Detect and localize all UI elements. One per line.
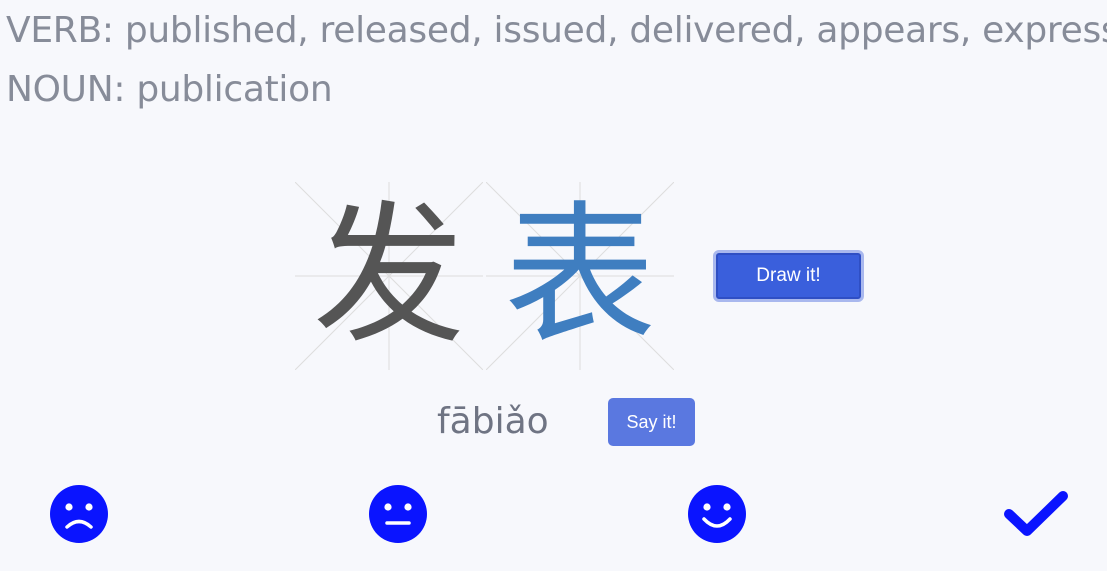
mark-known-button[interactable] [1003,487,1069,539]
character-glyph-1: 发 [313,187,465,364]
say-it-button[interactable]: Say it! [608,398,695,446]
neutral-face-icon [369,485,427,543]
rate-easy-button[interactable] [686,483,748,545]
noun-definition: NOUN: publication [6,69,333,110]
character-box-2: 表 [486,182,674,370]
character-glyph-2: 表 [504,187,656,364]
happy-face-icon [688,485,746,543]
pinyin-text: fābiǎo [437,401,549,442]
sad-face-icon [50,485,108,543]
draw-it-button[interactable]: Draw it! [713,250,864,302]
character-box-1: 发 [295,182,483,370]
rate-medium-button[interactable] [367,483,429,545]
verb-definition: VERB: published, released, issued, deliv… [6,10,1107,51]
flashcard-page: VERB: published, released, issued, deliv… [0,0,1107,571]
rate-hard-button[interactable] [48,483,110,545]
checkmark-icon [1004,491,1068,536]
